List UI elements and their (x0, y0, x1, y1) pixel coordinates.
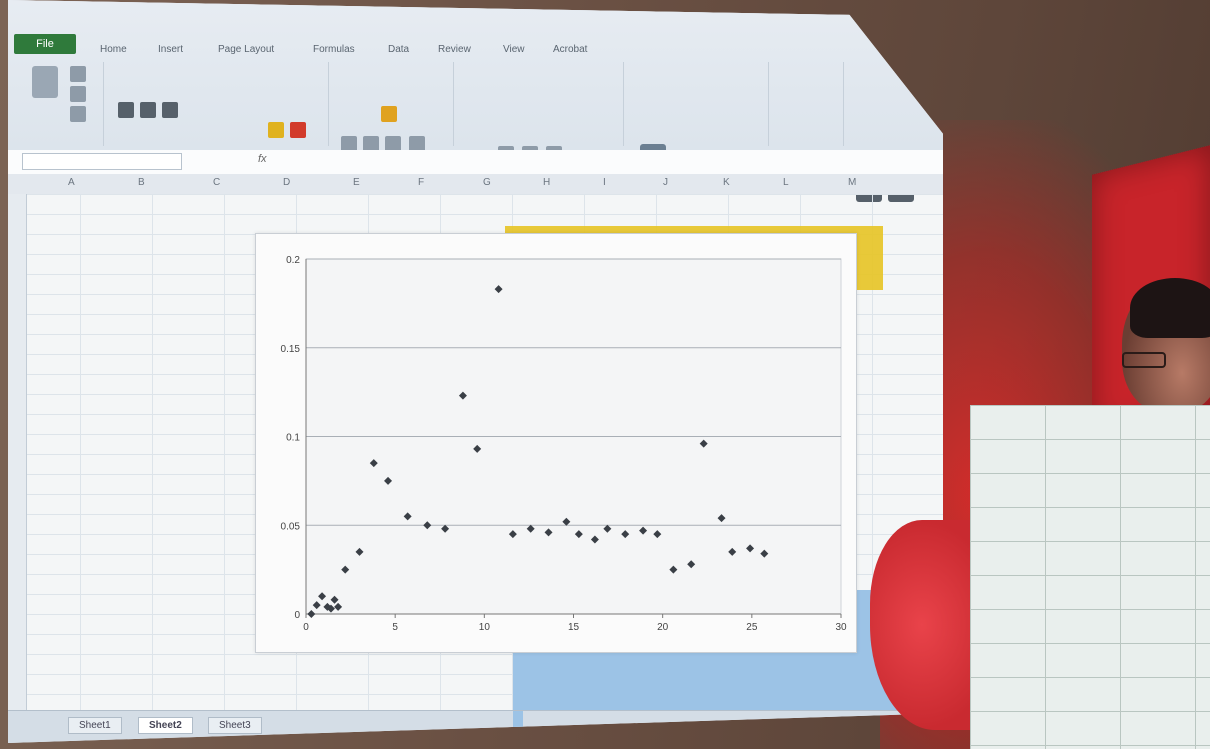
cells-group (773, 62, 844, 194)
sheet-tab-1[interactable]: Sheet1 (68, 717, 122, 734)
column-b[interactable]: B (138, 177, 145, 188)
chart-svg: 0 0.05 0.1 0.15 0.2 0 5 10 15 20 25 30 (281, 255, 847, 633)
y-tick-label: 0.15 (281, 344, 301, 355)
x-tick-label: 30 (835, 622, 847, 633)
name-box[interactable] (22, 153, 182, 170)
tab-view[interactable]: View (503, 44, 525, 55)
column-f[interactable]: F (418, 177, 424, 188)
x-tick-label: 15 (568, 622, 580, 633)
column-l[interactable]: L (783, 177, 789, 188)
x-tick-label: 10 (479, 622, 491, 633)
number-group (458, 62, 624, 162)
tab-formulas[interactable]: Formulas (313, 44, 355, 55)
fx-label[interactable]: fx (258, 153, 267, 165)
tab-page-layout[interactable]: Page Layout (218, 44, 274, 55)
font-group (108, 62, 329, 146)
column-a[interactable]: A (68, 177, 75, 188)
tab-acrobat[interactable]: Acrobat (553, 44, 587, 55)
format-painter-icon[interactable] (70, 106, 86, 122)
tab-insert[interactable]: Insert (158, 44, 183, 55)
column-k[interactable]: K (723, 177, 730, 188)
column-h[interactable]: H (543, 177, 550, 188)
projected-excel-window: File Home Insert Page Layout Formulas Da… (8, 0, 943, 743)
y-tick-label: 0.2 (286, 255, 300, 266)
person-hair (1130, 278, 1210, 338)
column-header-row: A B C D E F G H I J K L M (8, 174, 943, 195)
tab-home[interactable]: Home (100, 44, 127, 55)
column-m[interactable]: M (848, 177, 856, 188)
alignment-group (333, 62, 454, 152)
tab-review[interactable]: Review (438, 44, 471, 55)
tab-data[interactable]: Data (388, 44, 409, 55)
bold-icon[interactable] (118, 102, 134, 118)
column-g[interactable]: G (483, 177, 491, 188)
file-tab[interactable]: File (14, 34, 76, 54)
x-tick-label: 0 (303, 622, 309, 633)
column-i[interactable]: I (603, 177, 606, 188)
cut-icon[interactable] (70, 66, 86, 82)
inset-grid-closeup (970, 405, 1210, 749)
scatter-chart[interactable]: 0 0.05 0.1 0.15 0.2 0 5 10 15 20 25 30 (255, 233, 857, 653)
x-tick-label: 20 (657, 622, 669, 633)
ribbon: File Home Insert Page Layout Formulas Da… (8, 0, 943, 202)
column-j[interactable]: J (663, 177, 668, 188)
column-c[interactable]: C (213, 177, 220, 188)
font-color-icon[interactable] (290, 122, 306, 138)
fill-color-icon[interactable] (268, 122, 284, 138)
y-tick-label: 0.1 (286, 433, 300, 444)
row-header-column (8, 194, 27, 710)
sheet-tab-2[interactable]: Sheet2 (138, 717, 193, 734)
wrap-text-icon[interactable] (381, 106, 397, 122)
x-tick-label: 5 (392, 622, 398, 633)
column-d[interactable]: D (283, 177, 290, 188)
x-tick-label: 25 (746, 622, 758, 633)
paste-icon[interactable] (32, 66, 58, 98)
clipboard-group (18, 62, 104, 146)
column-e[interactable]: E (353, 177, 360, 188)
underline-icon[interactable] (162, 102, 178, 118)
italic-icon[interactable] (140, 102, 156, 118)
y-tick-label: 0 (294, 610, 300, 621)
formula-bar: fx (8, 150, 943, 175)
glasses (1122, 352, 1166, 368)
styles-group (628, 62, 769, 184)
y-tick-label: 0.05 (281, 521, 301, 532)
sheet-tab-3[interactable]: Sheet3 (208, 717, 262, 734)
copy-icon[interactable] (70, 86, 86, 102)
